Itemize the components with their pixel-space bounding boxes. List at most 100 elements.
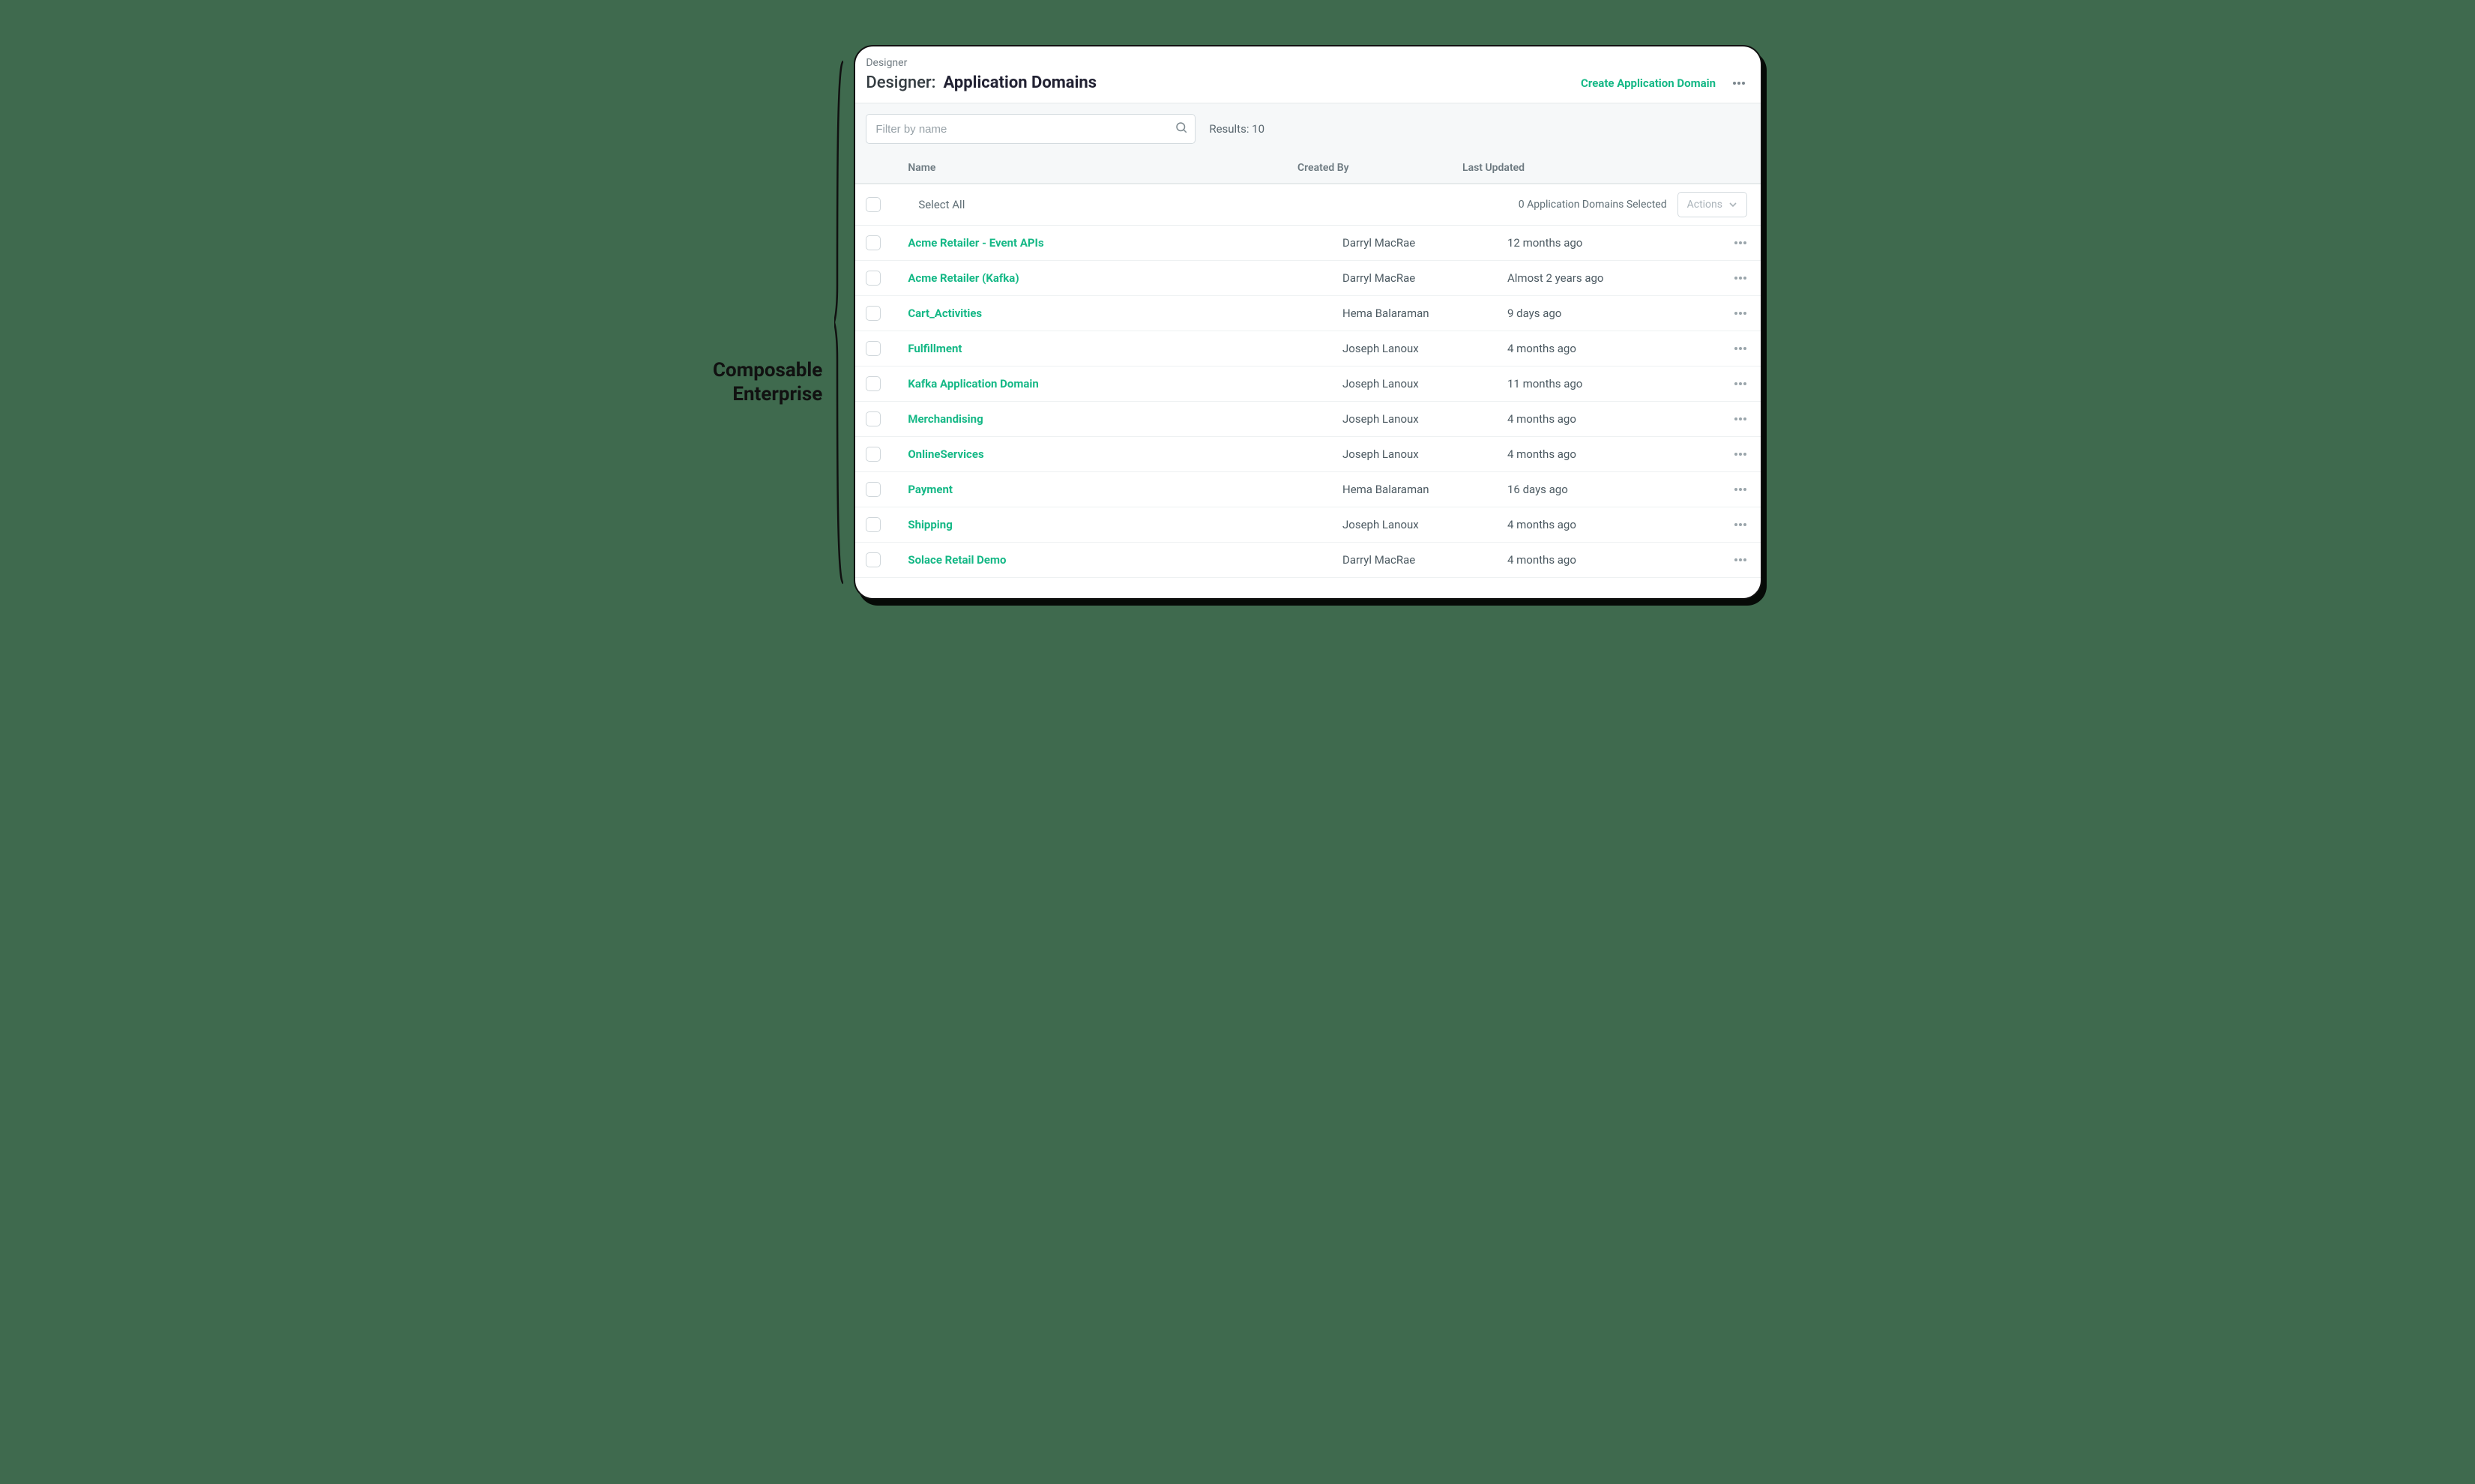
column-header-name[interactable]: Name	[908, 162, 1297, 174]
filter-by-name-input[interactable]	[866, 114, 1196, 144]
domain-link[interactable]: OnlineServices	[908, 447, 983, 461]
breadcrumb[interactable]: Designer	[855, 46, 1761, 70]
ellipsis-icon	[1734, 276, 1747, 280]
row-more-menu-button[interactable]	[1734, 311, 1747, 316]
search-icon	[1175, 121, 1188, 137]
filter-input-wrapper	[866, 114, 1196, 144]
filter-region: Results: 10 Name Created By Last Updated	[855, 103, 1761, 184]
row-more-menu-button[interactable]	[1734, 381, 1747, 386]
row-name-cell: Fulfillment	[908, 342, 1342, 355]
row-created-by: Joseph Lanoux	[1342, 518, 1507, 531]
row-more-menu-button[interactable]	[1734, 346, 1747, 351]
row-checkbox[interactable]	[866, 482, 881, 497]
row-name-cell: Acme Retailer - Event APIs	[908, 236, 1342, 250]
row-checkbox[interactable]	[866, 517, 881, 532]
ellipsis-icon	[1734, 346, 1747, 351]
row-created-by: Hema Balaraman	[1342, 483, 1507, 496]
row-created-by: Darryl MacRae	[1342, 271, 1507, 285]
chevron-down-icon	[1728, 200, 1737, 209]
domain-link[interactable]: Acme Retailer (Kafka)	[908, 271, 1019, 285]
row-checkbox[interactable]	[866, 447, 881, 462]
row-name-cell: Acme Retailer (Kafka)	[908, 271, 1342, 285]
row-more-menu-button[interactable]	[1734, 417, 1747, 421]
row-last-updated: 12 months ago	[1507, 236, 1702, 250]
ellipsis-icon	[1734, 417, 1747, 421]
row-name-cell: Kafka Application Domain	[908, 377, 1342, 390]
domain-link[interactable]: Cart_Activities	[908, 307, 982, 320]
table-row: Acme Retailer - Event APIs Darryl MacRae1…	[855, 226, 1761, 261]
column-header-last-updated[interactable]: Last Updated	[1462, 162, 1657, 174]
row-created-by: Darryl MacRae	[1342, 553, 1507, 567]
page-more-menu-button[interactable]	[1731, 75, 1747, 91]
row-name-cell: Merchandising	[908, 412, 1342, 426]
row-name-cell: Solace Retail Demo	[908, 553, 1342, 567]
row-created-by: Joseph Lanoux	[1342, 412, 1507, 426]
annotation-line: Enterprise	[713, 382, 822, 407]
row-last-updated: 11 months ago	[1507, 377, 1702, 390]
row-name-cell: Cart_Activities	[908, 307, 1342, 320]
table-row: Kafka Application Domain Joseph Lanoux11 …	[855, 367, 1761, 402]
row-more-menu-button[interactable]	[1734, 522, 1747, 527]
row-checkbox[interactable]	[866, 306, 881, 321]
row-more-menu-button[interactable]	[1734, 241, 1747, 245]
domain-link[interactable]: Solace Retail Demo	[908, 553, 1006, 567]
row-checkbox[interactable]	[866, 341, 881, 356]
ellipsis-icon	[1734, 241, 1747, 245]
table-row: OnlineServicesJoseph Lanoux4 months ago	[855, 437, 1761, 472]
row-name-cell: OnlineServices	[908, 447, 1342, 461]
ellipsis-icon	[1734, 522, 1747, 527]
row-created-by: Darryl MacRae	[1342, 236, 1507, 250]
row-more-menu-button[interactable]	[1734, 452, 1747, 456]
selection-count: 0 Application Domains Selected	[1519, 199, 1667, 211]
row-checkbox[interactable]	[866, 235, 881, 250]
ellipsis-icon	[1734, 311, 1747, 316]
column-header-created-by[interactable]: Created By	[1297, 162, 1462, 174]
table-row: Payment Hema Balaraman16 days ago	[855, 472, 1761, 507]
table-row: Cart_ActivitiesHema Balaraman9 days ago	[855, 296, 1761, 331]
table-row: Merchandising Joseph Lanoux4 months ago	[855, 402, 1761, 437]
row-checkbox[interactable]	[866, 552, 881, 567]
annotation-line: Composable	[713, 358, 822, 383]
row-last-updated: 4 months ago	[1507, 518, 1702, 531]
row-last-updated: 4 months ago	[1507, 412, 1702, 426]
row-checkbox[interactable]	[866, 271, 881, 286]
ellipsis-icon	[1732, 81, 1746, 85]
bulk-actions-button[interactable]: Actions	[1677, 192, 1747, 217]
domain-link[interactable]: Payment	[908, 483, 953, 496]
row-last-updated: 9 days ago	[1507, 307, 1702, 320]
row-name-cell: Payment	[908, 483, 1342, 496]
row-last-updated: 4 months ago	[1507, 342, 1702, 355]
select-all-checkbox[interactable]	[866, 197, 881, 212]
page-title: Application Domains	[943, 73, 1097, 92]
select-all-row: Select All 0 Application Domains Selecte…	[855, 184, 1761, 226]
row-more-menu-button[interactable]	[1734, 487, 1747, 492]
row-checkbox[interactable]	[866, 411, 881, 426]
rows-container: Acme Retailer - Event APIsDarryl MacRae1…	[855, 226, 1761, 578]
row-last-updated: 4 months ago	[1507, 553, 1702, 567]
row-last-updated: 16 days ago	[1507, 483, 1702, 496]
external-annotation: Composable Enterprise	[713, 358, 825, 407]
table-row: Shipping Joseph Lanoux4 months ago	[855, 507, 1761, 543]
domain-link[interactable]: Merchandising	[908, 412, 983, 426]
table-row: Acme Retailer (Kafka) Darryl MacRaeAlmost…	[855, 261, 1761, 296]
ellipsis-icon	[1734, 558, 1747, 562]
create-application-domain-button[interactable]: Create Application Domain	[1581, 76, 1716, 90]
domain-link[interactable]: Fulfillment	[908, 342, 962, 355]
row-created-by: Joseph Lanoux	[1342, 377, 1507, 390]
domain-link[interactable]: Kafka Application Domain	[908, 377, 1038, 390]
row-last-updated: Almost 2 years ago	[1507, 271, 1702, 285]
page-title-prefix: Designer:	[866, 73, 935, 92]
ellipsis-icon	[1734, 452, 1747, 456]
domain-link[interactable]: Shipping	[908, 518, 952, 531]
row-more-menu-button[interactable]	[1734, 276, 1747, 280]
row-more-menu-button[interactable]	[1734, 558, 1747, 562]
row-created-by: Joseph Lanoux	[1342, 447, 1507, 461]
bulk-actions-label: Actions	[1687, 199, 1722, 211]
row-created-by: Joseph Lanoux	[1342, 342, 1507, 355]
app-panel: Designer Designer: Application Domains C…	[854, 45, 1762, 600]
results-count: Results: 10	[1209, 122, 1264, 136]
domain-link[interactable]: Acme Retailer - Event APIs	[908, 236, 1043, 250]
row-checkbox[interactable]	[866, 376, 881, 391]
select-all-label: Select All	[918, 198, 1507, 211]
panel-footer-space	[855, 578, 1761, 598]
